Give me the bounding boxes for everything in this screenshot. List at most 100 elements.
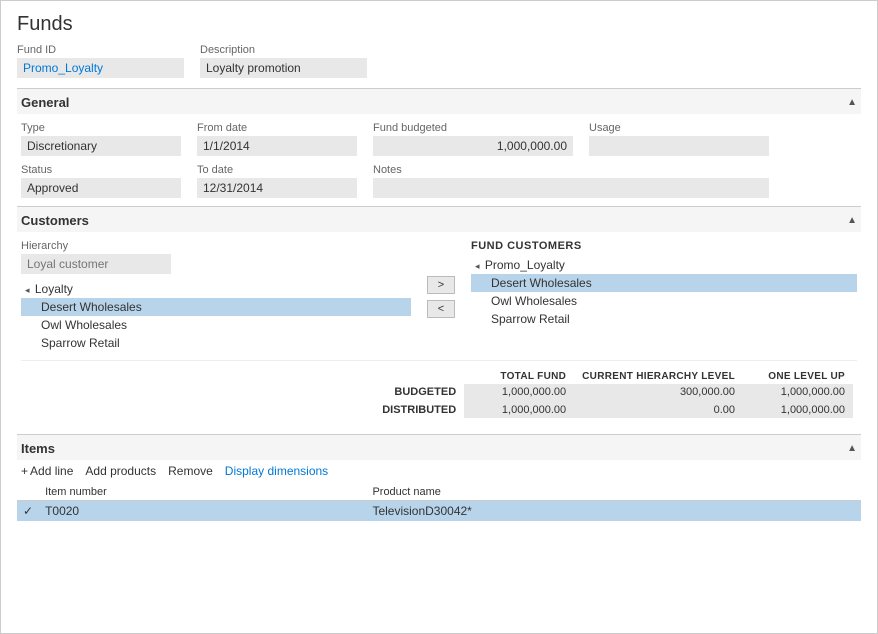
to-date-label: To date	[197, 164, 357, 176]
fund-desc-input[interactable]	[200, 58, 367, 78]
type-group: Type	[21, 122, 181, 156]
left-tree-loyalty-arrow: ◂	[25, 285, 30, 295]
items-table-wrapper: Item number Product name ✓ T0020 Televis…	[17, 484, 861, 521]
right-tree-desert[interactable]: Desert Wholesales	[471, 274, 857, 292]
right-tree-promo-label: Promo_Loyalty	[485, 258, 565, 272]
from-date-group: From date	[197, 122, 357, 156]
col-total-fund: TOTAL FUND	[464, 369, 574, 384]
usage-input[interactable]	[589, 136, 769, 156]
totals-section: TOTAL FUND CURRENT HIERARCHY LEVEL ONE L…	[21, 360, 857, 426]
customers-left-panel: Hierarchy ◂ Loyalty Desert Wholesales Ow…	[21, 240, 411, 352]
general-grid: Type From date Fund budgeted Usage Statu…	[21, 122, 857, 198]
items-table-header-row: Item number Product name	[17, 484, 861, 501]
totals-row-label: DISTRIBUTED	[374, 400, 464, 418]
left-tree-owl[interactable]: Owl Wholesales	[21, 316, 411, 334]
status-label: Status	[21, 164, 181, 176]
page-title: Funds	[17, 13, 861, 36]
items-col-item-number: Item number	[39, 484, 366, 501]
totals-current-hierarchy: 0.00	[574, 400, 743, 418]
items-col-product-name: Product name	[366, 484, 861, 501]
from-date-label: From date	[197, 122, 357, 134]
col-one-level-up: ONE LEVEL UP	[743, 369, 853, 384]
notes-label: Notes	[373, 164, 769, 176]
items-section: Items ▲ Add line Add products Remove Dis…	[17, 434, 861, 521]
transfer-left-button[interactable]: <	[427, 300, 455, 318]
totals-current-hierarchy: 300,000.00	[574, 384, 743, 400]
left-tree-sparrow-label: Sparrow Retail	[41, 336, 120, 350]
status-input[interactable]	[21, 178, 181, 198]
items-table: Item number Product name ✓ T0020 Televis…	[17, 484, 861, 521]
general-section-header: General ▲	[17, 89, 861, 114]
items-col-check	[17, 484, 39, 501]
right-tree-desert-label: Desert Wholesales	[491, 276, 592, 290]
fund-id-group: Fund ID	[17, 44, 184, 78]
usage-group: Usage	[589, 122, 769, 156]
left-tree-loyalty[interactable]: ◂ Loyalty	[21, 280, 411, 298]
type-label: Type	[21, 122, 181, 134]
table-row[interactable]: ✓ T0020 TelevisionD30042*	[17, 501, 861, 522]
add-products-button[interactable]: Add products	[85, 464, 156, 478]
fund-budgeted-group: Fund budgeted	[373, 122, 573, 156]
usage-label: Usage	[589, 122, 769, 134]
right-tree-promo-arrow: ◂	[475, 261, 480, 271]
totals-total-fund: 1,000,000.00	[464, 384, 574, 400]
display-dimensions-button[interactable]: Display dimensions	[225, 464, 328, 478]
hierarchy-group: Hierarchy	[21, 240, 411, 280]
notes-input[interactable]	[373, 178, 769, 198]
items-chevron[interactable]: ▲	[847, 443, 857, 454]
right-tree-sparrow[interactable]: Sparrow Retail	[471, 310, 857, 328]
customers-section: Customers ▲ Hierarchy ◂ Loyalty Desert W…	[17, 206, 861, 434]
totals-row: BUDGETED 1,000,000.00 300,000.00 1,000,0…	[374, 384, 853, 400]
fund-id-label: Fund ID	[17, 44, 184, 56]
left-tree-sparrow[interactable]: Sparrow Retail	[21, 334, 411, 352]
right-tree-promo[interactable]: ◂ Promo_Loyalty	[471, 256, 857, 274]
general-section-title: General	[21, 95, 69, 110]
items-row-check: ✓	[17, 501, 39, 522]
right-tree-sparrow-label: Sparrow Retail	[491, 312, 570, 326]
fund-budgeted-input[interactable]	[373, 136, 573, 156]
left-tree-owl-label: Owl Wholesales	[41, 318, 127, 332]
totals-total-fund: 1,000,000.00	[464, 400, 574, 418]
items-row-product-name: TelevisionD30042*	[366, 501, 861, 522]
right-tree-owl[interactable]: Owl Wholesales	[471, 292, 857, 310]
notes-group: Notes	[373, 164, 769, 198]
type-input[interactable]	[21, 136, 181, 156]
fund-customers-label: FUND CUSTOMERS	[471, 240, 857, 252]
fund-desc-label: Description	[200, 44, 367, 56]
items-section-title: Items	[21, 441, 55, 456]
to-date-group: To date	[197, 164, 357, 198]
general-chevron[interactable]: ▲	[847, 97, 857, 108]
totals-one-level-up: 1,000,000.00	[743, 400, 853, 418]
items-toolbar: Add line Add products Remove Display dim…	[17, 460, 861, 484]
status-group: Status	[21, 164, 181, 198]
from-date-input[interactable]	[197, 136, 357, 156]
totals-row-label: BUDGETED	[374, 384, 464, 400]
left-tree-desert[interactable]: Desert Wholesales	[21, 298, 411, 316]
customers-section-body: Hierarchy ◂ Loyalty Desert Wholesales Ow…	[17, 232, 861, 434]
fund-desc-group: Description	[200, 44, 367, 78]
general-section: General ▲ Type From date Fund budgeted U…	[17, 88, 861, 206]
customers-section-header: Customers ▲	[17, 207, 861, 232]
customers-chevron[interactable]: ▲	[847, 215, 857, 226]
customers-layout: Hierarchy ◂ Loyalty Desert Wholesales Ow…	[21, 240, 857, 352]
transfer-right-button[interactable]: >	[427, 276, 455, 294]
general-section-body: Type From date Fund budgeted Usage Statu…	[17, 114, 861, 206]
items-row-item-number: T0020	[39, 501, 366, 522]
hierarchy-label: Hierarchy	[21, 240, 411, 252]
totals-row: DISTRIBUTED 1,000,000.00 0.00 1,000,000.…	[374, 400, 853, 418]
col-current-hierarchy: CURRENT HIERARCHY LEVEL	[574, 369, 743, 384]
hierarchy-input[interactable]	[21, 254, 171, 274]
fund-header: Fund ID Description	[17, 44, 861, 78]
page-container: Funds Fund ID Description General ▲ Type…	[0, 0, 878, 634]
customers-middle-panel: > <	[411, 240, 471, 352]
add-line-button[interactable]: Add line	[21, 464, 73, 478]
customers-section-title: Customers	[21, 213, 89, 228]
items-section-header: Items ▲	[17, 435, 861, 460]
fund-id-input[interactable]	[17, 58, 184, 78]
remove-button[interactable]: Remove	[168, 464, 213, 478]
totals-one-level-up: 1,000,000.00	[743, 384, 853, 400]
fund-budgeted-label: Fund budgeted	[373, 122, 573, 134]
totals-table: TOTAL FUND CURRENT HIERARCHY LEVEL ONE L…	[374, 369, 853, 418]
to-date-input[interactable]	[197, 178, 357, 198]
customers-right-panel: FUND CUSTOMERS ◂ Promo_Loyalty Desert Wh…	[471, 240, 857, 352]
